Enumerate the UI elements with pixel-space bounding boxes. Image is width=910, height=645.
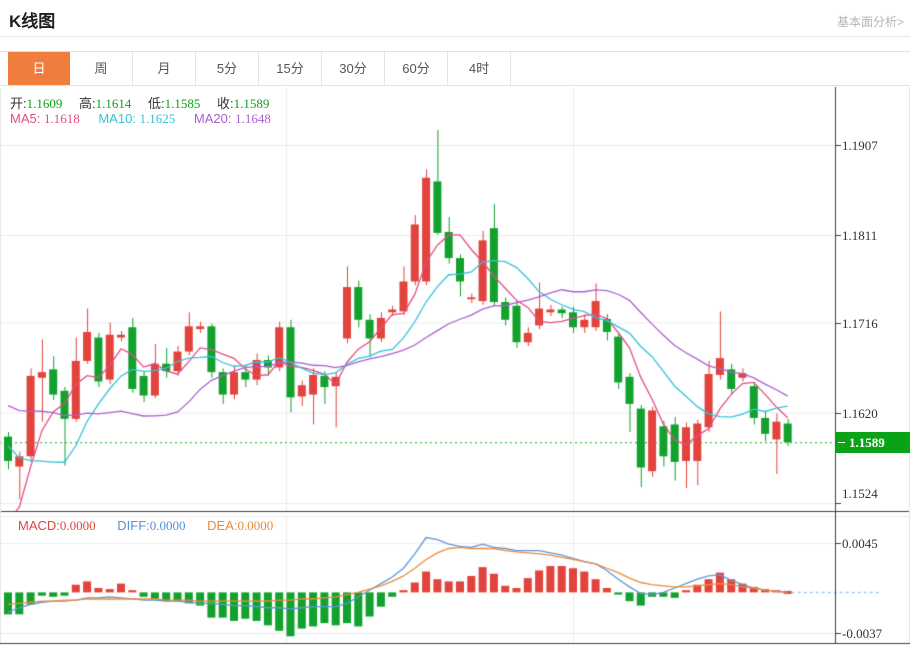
tab-15min[interactable]: 15分 bbox=[259, 52, 322, 85]
interval-tabbar: 日 周 月 5分 15分 30分 60分 4时 bbox=[0, 51, 910, 86]
page-title: K线图 bbox=[9, 7, 55, 32]
ma10-readout: MA10: 1.1625 bbox=[98, 111, 175, 126]
tab-month[interactable]: 月 bbox=[133, 52, 196, 85]
tab-60min[interactable]: 60分 bbox=[385, 52, 448, 85]
tab-4hour[interactable]: 4时 bbox=[448, 52, 511, 85]
tab-30min[interactable]: 30分 bbox=[322, 52, 385, 85]
diff-value-readout: DIFF:0.0000 bbox=[117, 518, 185, 533]
ma5-readout: MA5: 1.1618 bbox=[10, 111, 80, 126]
high-value: 1.1614 bbox=[96, 96, 132, 111]
macd-tick-top: 0.0045 bbox=[842, 536, 908, 552]
header: K线图 基本面分析> bbox=[0, 0, 910, 37]
price-tick-4: 1.1620 bbox=[842, 406, 908, 422]
price-tick-5: 1.1524 bbox=[842, 486, 908, 502]
price-tick-1: 1.1907 bbox=[842, 138, 908, 154]
macd-value-readout: MACD:0.0000 bbox=[18, 518, 96, 533]
kline-widget: K线图 基本面分析> 日 周 月 5分 15分 30分 60分 4时 开:1.1… bbox=[0, 0, 910, 645]
tab-5min[interactable]: 5分 bbox=[196, 52, 259, 85]
open-value: 1.1609 bbox=[27, 96, 63, 111]
macd-tick-bottom: -0.0037 bbox=[842, 626, 908, 642]
ma-readout: MA5: 1.1618 MA10: 1.1625 MA20: 1.1648 bbox=[10, 111, 286, 127]
price-tick-3: 1.1716 bbox=[842, 316, 908, 332]
ma20-readout: MA20: 1.1648 bbox=[194, 111, 271, 126]
tab-week[interactable]: 周 bbox=[70, 52, 133, 85]
close-value: 1.1589 bbox=[234, 96, 270, 111]
fundamental-analysis-link[interactable]: 基本面分析> bbox=[837, 13, 904, 30]
high-label: 高: bbox=[79, 96, 96, 111]
low-value: 1.1585 bbox=[165, 96, 201, 111]
ohlc-readout: 开:1.1609 高:1.1614 低:1.1585 收:1.1589 bbox=[10, 93, 282, 112]
dea-value-readout: DEA:0.0000 bbox=[207, 518, 273, 533]
low-label: 低: bbox=[148, 96, 165, 111]
price-tick-2: 1.1811 bbox=[842, 228, 908, 244]
tab-day[interactable]: 日 bbox=[8, 52, 70, 85]
close-label: 收: bbox=[217, 96, 234, 111]
current-price-badge: 1.1589 bbox=[835, 432, 910, 453]
open-label: 开: bbox=[10, 96, 27, 111]
macd-readout: MACD:0.0000 DIFF:0.0000 DEA:0.0000 bbox=[18, 518, 291, 534]
